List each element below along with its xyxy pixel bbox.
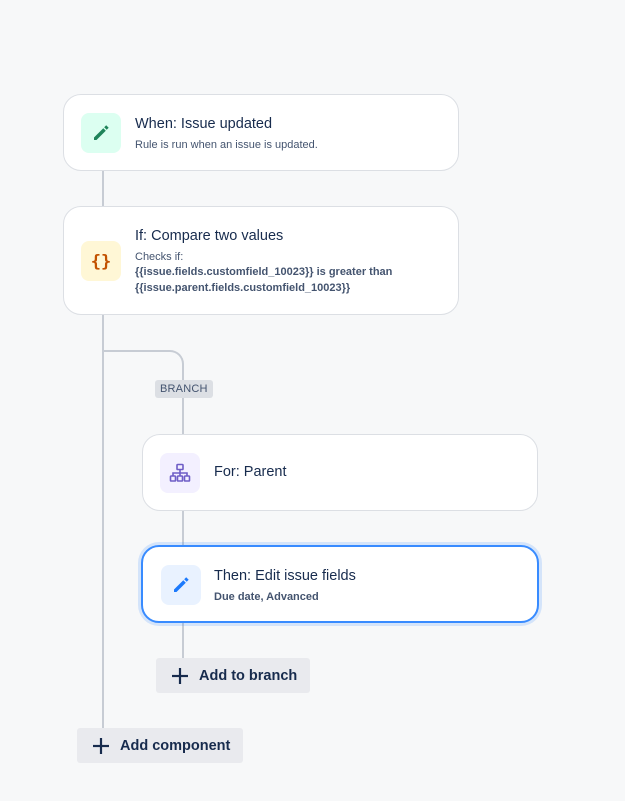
condition-checks-label: Checks if: bbox=[135, 251, 184, 263]
condition-expression-line2: {{issue.parent.fields.customfield_10023}… bbox=[135, 282, 351, 294]
branch-action-icon-box bbox=[161, 565, 201, 605]
svg-text:{}: {} bbox=[91, 252, 111, 271]
pencil-icon bbox=[174, 577, 189, 592]
add-component-label: Add component bbox=[120, 737, 231, 754]
trigger-icon-box bbox=[81, 113, 121, 153]
plus-icon bbox=[170, 666, 190, 686]
trigger-title: When: Issue updated bbox=[135, 116, 273, 132]
condition-expression-line1: {{issue.fields.customfield_10023}} is gr… bbox=[135, 266, 393, 278]
plus-icon bbox=[91, 736, 111, 756]
branch-action-title: Then: Edit issue fields bbox=[214, 568, 356, 584]
branch-for-title: For: Parent bbox=[214, 464, 287, 480]
braces-icon: {} bbox=[91, 252, 111, 271]
add-to-branch-button[interactable]: Add to branch bbox=[156, 658, 311, 693]
pencil-icon bbox=[94, 125, 109, 140]
branch-for-card[interactable]: For: Parent bbox=[142, 434, 538, 511]
branch-action-subtitle: Due date, Advanced bbox=[214, 591, 319, 603]
add-to-branch-label: Add to branch bbox=[199, 667, 298, 684]
branch-lozenge: BRANCH bbox=[155, 380, 213, 398]
rule-canvas: When: Issue updated Rule is run when an … bbox=[0, 0, 625, 801]
condition-title: If: Compare two values bbox=[135, 228, 284, 244]
condition-card[interactable]: {} If: Compare two values Checks if: {{i… bbox=[63, 206, 459, 315]
hierarchy-icon bbox=[169, 463, 191, 482]
condition-icon-box: {} bbox=[81, 241, 121, 281]
add-component-button[interactable]: Add component bbox=[77, 728, 244, 763]
branch-action-card[interactable]: Then: Edit issue fields Due date, Advanc… bbox=[141, 545, 539, 623]
branch-for-icon-box bbox=[160, 453, 200, 493]
trigger-card[interactable]: When: Issue updated Rule is run when an … bbox=[63, 94, 459, 171]
trigger-subtitle: Rule is run when an issue is updated. bbox=[135, 139, 318, 151]
